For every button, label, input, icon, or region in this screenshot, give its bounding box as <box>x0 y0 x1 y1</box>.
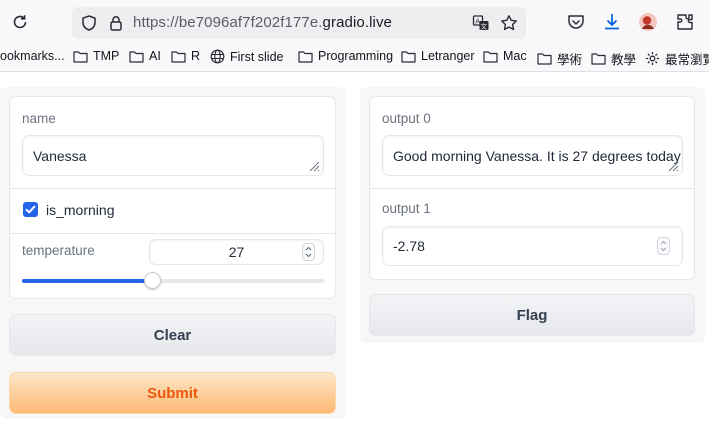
resize-grip-icon[interactable] <box>309 161 320 172</box>
bookmark-folder-teaching[interactable]: 教學 <box>591 49 636 68</box>
output-0-textbox[interactable]: Good morning Vanessa. It is 27 degrees t… <box>382 135 683 176</box>
name-label: name <box>22 111 56 126</box>
bookmark-label: 教學 <box>611 53 637 67</box>
output-1-number[interactable]: -2.78 <box>382 226 683 266</box>
url-host: gradio.live <box>322 14 393 31</box>
bookmark-folder-letranger[interactable]: Letranger <box>401 49 475 63</box>
url-bar[interactable]: https://be7096af7f202f177e.gradio.live A… <box>72 7 526 39</box>
bookmarks-toolbar: ookmarks... TMP AI R First slide Program… <box>0 44 709 72</box>
temperature-slider-thumb[interactable] <box>143 272 161 289</box>
bookmark-label: Programming <box>318 49 394 63</box>
submit-button[interactable]: Submit <box>9 372 336 414</box>
input-form: name Vanessa is_morning temperature 27 <box>9 96 336 299</box>
temperature-value: 27 <box>228 244 245 260</box>
bookmark-most-visited[interactable]: 最常瀏覽 <box>645 49 709 68</box>
bookmark-folder-programming[interactable]: Programming <box>298 49 393 63</box>
folder-icon <box>129 50 144 63</box>
browser-toolbar: https://be7096af7f202f177e.gradio.live A… <box>0 0 709 44</box>
bookmark-label: Letranger <box>421 49 475 63</box>
folder-icon <box>483 50 498 63</box>
folder-icon <box>171 50 186 63</box>
download-icon[interactable] <box>602 12 622 32</box>
output-0-value: Good morning Vanessa. It is 27 degrees t… <box>393 147 681 164</box>
bookmark-folder-mac[interactable]: Mac <box>483 49 527 63</box>
globe-icon <box>210 49 225 64</box>
temperature-slider-fill <box>22 279 152 283</box>
bookmark-folder-ai[interactable]: AI <box>129 49 161 63</box>
shield-icon[interactable] <box>80 14 98 32</box>
output-column: output 0 Good morning Vanessa. It is 27 … <box>360 87 705 343</box>
number-spinner[interactable] <box>657 237 670 255</box>
resize-grip-icon[interactable] <box>668 161 679 172</box>
bookmark-label: Mac <box>503 49 527 63</box>
folder-icon <box>401 50 416 63</box>
reload-icon[interactable] <box>10 12 30 32</box>
number-spinner[interactable] <box>302 243 315 261</box>
divider <box>370 188 694 189</box>
bookmark-item[interactable]: ookmarks... <box>0 49 65 63</box>
temperature-slider[interactable] <box>22 272 324 289</box>
divider <box>10 233 335 234</box>
output-panel: output 0 Good morning Vanessa. It is 27 … <box>369 96 695 280</box>
extensions-icon[interactable] <box>675 12 695 32</box>
gear-icon <box>646 52 659 65</box>
is-morning-label[interactable]: is_morning <box>46 202 114 218</box>
translate-icon[interactable]: A 文 <box>472 14 490 32</box>
name-value: Vanessa <box>33 147 87 164</box>
bookmark-label: R <box>191 49 201 63</box>
bookmark-folder-tmp[interactable]: TMP <box>73 49 119 63</box>
divider <box>10 188 335 189</box>
bookmark-label: AI <box>149 49 161 63</box>
bookmark-first-slide[interactable]: First slide <box>210 49 283 64</box>
folder-icon <box>591 53 606 65</box>
name-textbox[interactable]: Vanessa <box>22 135 324 176</box>
svg-text:A: A <box>475 18 480 26</box>
bookmark-label: TMP <box>93 49 120 63</box>
spinner-arrows-icon <box>305 246 312 258</box>
svg-text:文: 文 <box>481 22 488 31</box>
clear-button[interactable]: Clear <box>9 314 336 356</box>
url-prefix: https://be7096af7f202f177e. <box>133 14 323 31</box>
gradio-app: name Vanessa is_morning temperature 27 C… <box>0 73 709 426</box>
output-1-label: output 1 <box>382 201 431 216</box>
is-morning-checkbox[interactable] <box>23 202 38 217</box>
star-icon[interactable] <box>500 14 518 32</box>
spinner-arrows-icon <box>660 240 667 252</box>
bookmark-label: 最常瀏覽 <box>665 53 709 67</box>
bookmark-folder-r[interactable]: R <box>171 49 200 63</box>
url-text[interactable]: https://be7096af7f202f177e.gradio.live <box>133 14 392 31</box>
checkmark-icon <box>25 205 36 214</box>
bookmark-label: First slide <box>230 49 284 64</box>
lock-icon[interactable] <box>107 14 125 32</box>
output-1-value: -2.78 <box>393 238 425 254</box>
folder-icon <box>73 50 88 63</box>
profile-avatar-icon[interactable] <box>638 12 658 32</box>
temperature-number-input[interactable]: 27 <box>149 239 324 265</box>
folder-icon <box>298 50 313 63</box>
flag-button[interactable]: Flag <box>369 294 695 336</box>
output-0-label: output 0 <box>382 111 431 126</box>
temperature-label: temperature <box>22 243 95 258</box>
pocket-icon[interactable] <box>566 12 586 32</box>
bookmark-folder-academic[interactable]: 學術 <box>537 49 582 68</box>
input-column: name Vanessa is_morning temperature 27 C… <box>0 87 346 419</box>
bookmark-label: 學術 <box>557 53 583 67</box>
folder-icon <box>537 53 552 65</box>
bookmark-label: ookmarks... <box>0 49 65 63</box>
